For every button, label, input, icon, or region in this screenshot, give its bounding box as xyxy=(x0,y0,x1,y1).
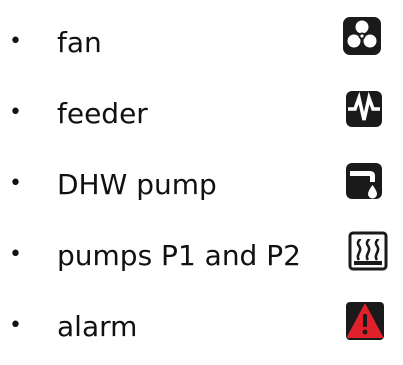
list-item-label: fan xyxy=(57,26,102,59)
list-item-alarm: • alarm xyxy=(0,292,403,352)
list-item-label: feeder xyxy=(57,97,148,130)
list-item-dhw-pump: • DHW pump xyxy=(0,150,403,210)
bullet: • xyxy=(9,313,22,338)
list-item-label: alarm xyxy=(57,310,138,343)
fan-icon xyxy=(342,16,382,56)
device-indicator-list: • fan • feeder • DHW pump • pumps P1 and… xyxy=(0,0,403,365)
bullet: • xyxy=(9,171,22,196)
heating-pumps-icon xyxy=(348,231,388,271)
bullet: • xyxy=(9,29,22,54)
bullet: • xyxy=(9,242,22,267)
alarm-icon xyxy=(345,301,385,341)
list-item-label: DHW pump xyxy=(57,168,217,201)
bullet: • xyxy=(9,100,22,125)
list-item-fan: • fan xyxy=(0,8,403,68)
dhw-pump-icon xyxy=(344,161,384,201)
feeder-icon xyxy=(344,89,384,129)
list-item-label: pumps P1 and P2 xyxy=(57,239,301,272)
list-item-pumps-p1-p2: • pumps P1 and P2 xyxy=(0,221,403,281)
list-item-feeder: • feeder xyxy=(0,79,403,139)
